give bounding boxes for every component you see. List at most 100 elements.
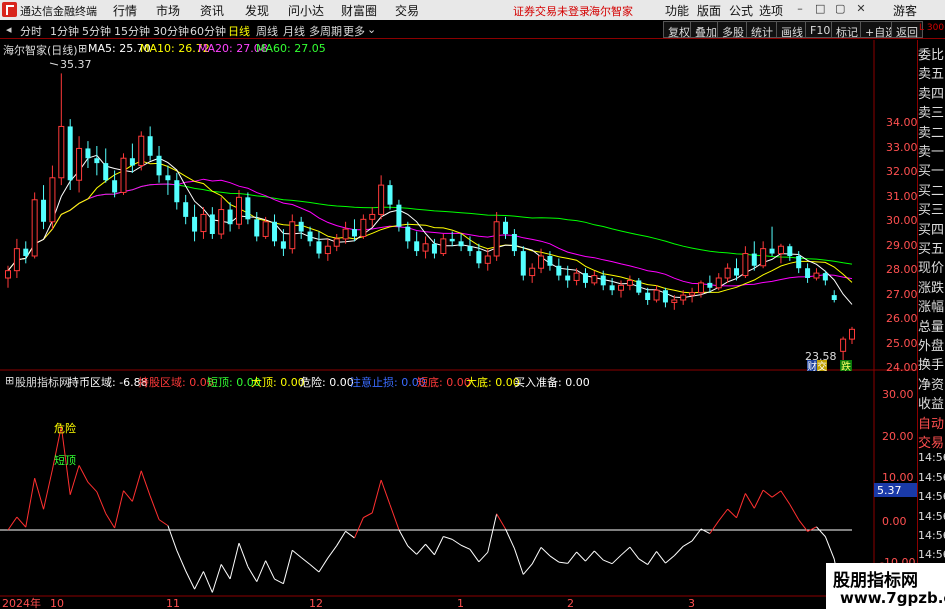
watermark-url: www.7gpzb.com — [840, 589, 945, 607]
candle-body — [476, 251, 482, 264]
high-price-pointer — [49, 62, 59, 66]
period-daily[interactable]: 日线 — [228, 23, 250, 39]
side-panel-item[interactable]: 卖一 — [918, 141, 945, 160]
candle-body — [769, 248, 775, 254]
ind-current-value: 5.37 — [877, 484, 902, 497]
indicator-segment — [603, 559, 613, 565]
drop-tag[interactable]: 跌 — [841, 360, 851, 373]
side-panel-item[interactable]: 买三 — [918, 199, 945, 218]
candle-body — [183, 202, 189, 217]
indicator-segment — [300, 557, 311, 565]
indicator-segment — [380, 479, 391, 505]
finance-tag[interactable]: 财 — [807, 360, 817, 373]
period-intraday[interactable]: 分时 — [20, 23, 42, 39]
candle-body — [645, 292, 651, 300]
restore-icon[interactable]: □ — [815, 3, 825, 15]
indicator-segment — [531, 547, 542, 565]
candle-body — [360, 218, 367, 237]
side-panel-item[interactable]: 涨幅 — [918, 296, 945, 315]
candle-body — [342, 228, 349, 240]
side-panel-item[interactable]: 卖五 — [918, 63, 945, 82]
candle-body — [254, 219, 260, 237]
side-panel-item[interactable]: 14:56 — [918, 471, 945, 484]
menu-marketplace[interactable]: 市场 — [156, 2, 180, 19]
candle-body — [671, 299, 678, 303]
minimize-icon[interactable]: – — [795, 3, 805, 15]
menu-options[interactable]: 选项 — [759, 2, 783, 19]
side-panel-item[interactable]: 14:56 — [918, 451, 945, 464]
period-monthly[interactable]: 月线 — [283, 23, 305, 39]
side-panel-item[interactable]: 收益 — [918, 393, 945, 412]
trade-tag[interactable]: 交 — [817, 360, 827, 373]
period-5min[interactable]: 5分钟 — [82, 23, 111, 39]
statistics-button[interactable]: 统计 — [746, 21, 778, 39]
period-multi[interactable]: 多周期 — [309, 23, 342, 39]
candle-body — [689, 292, 696, 296]
trade-login-warning[interactable]: 证券交易未登录 — [513, 3, 590, 19]
menu-function[interactable]: 功能 — [665, 2, 689, 19]
side-panel-item[interactable]: 自动 — [918, 413, 945, 432]
candle-body — [697, 282, 704, 294]
period-30min[interactable]: 30分钟 — [153, 23, 189, 39]
side-panel-item[interactable]: 14:56 — [918, 548, 945, 561]
side-panel-item[interactable]: 14:56 — [918, 510, 945, 523]
menu-layout[interactable]: 版面 — [697, 2, 721, 19]
side-panel-item[interactable]: 换手 — [918, 354, 945, 373]
candle-body — [626, 279, 633, 286]
menu-discover[interactable]: 发现 — [245, 2, 269, 19]
ind-tick: 0.00 — [882, 515, 907, 528]
side-panel-item[interactable]: 卖四 — [918, 83, 945, 102]
candle-body — [23, 248, 29, 256]
maximize-icon[interactable]: ▢ — [835, 3, 845, 15]
user-guest[interactable]: 游客 — [893, 2, 917, 19]
indicator-segment — [149, 495, 160, 520]
price-tick: 32.00 — [886, 165, 917, 178]
back-arrow-icon[interactable]: ◂ — [6, 23, 12, 36]
side-panel-item[interactable]: 卖二 — [918, 122, 945, 141]
menu-wenxiaoda[interactable]: 问小达 — [288, 2, 324, 19]
indicator-segment — [7, 516, 18, 531]
side-panel-item[interactable]: 净资 — [918, 374, 945, 393]
period-weekly[interactable]: 周线 — [256, 23, 278, 39]
chevron-down-icon[interactable]: ⌄ — [367, 23, 376, 36]
side-panel-item[interactable]: 14:56 — [918, 529, 945, 542]
side-panel-item[interactable]: 14:56 — [918, 490, 945, 503]
period-more[interactable]: 更多 — [343, 23, 365, 39]
side-panel-item[interactable]: 总量 — [918, 316, 945, 335]
menu-trade[interactable]: 交易 — [395, 2, 419, 19]
side-panel-item[interactable]: 买二 — [918, 180, 945, 199]
multi-stock-button[interactable]: 多股 — [717, 21, 749, 39]
candle-body — [298, 221, 304, 232]
candle-body — [849, 328, 855, 340]
draw-line-button[interactable]: 画线 — [776, 21, 808, 39]
close-icon[interactable]: ✕ — [856, 3, 866, 15]
side-panel-item[interactable]: 交易 — [918, 432, 945, 451]
candle-body — [13, 248, 20, 272]
side-panel-item[interactable]: 卖三 — [918, 102, 945, 121]
candle-body — [76, 147, 83, 181]
menu-fortune-circle[interactable]: 财富圈 — [341, 2, 377, 19]
menu-news[interactable]: 资讯 — [200, 2, 224, 19]
indicator-segment — [549, 555, 560, 563]
side-panel-item[interactable]: 涨跌 — [918, 277, 945, 296]
side-panel-item[interactable]: 现价 — [918, 257, 945, 276]
side-panel-item[interactable]: 委比 — [918, 44, 945, 63]
period-15min[interactable]: 15分钟 — [114, 23, 150, 39]
ma60-line — [7, 183, 853, 272]
candle-body — [5, 270, 11, 279]
period-1min[interactable]: 1分钟 — [50, 23, 79, 39]
indicator-segment — [131, 470, 142, 502]
period-60min[interactable]: 60分钟 — [190, 23, 226, 39]
kline-chart[interactable]: 34.00 33.00 32.00 31.00 30.00 29.00 28.0… — [0, 40, 917, 609]
candle-body — [796, 256, 802, 269]
side-panel-item[interactable]: 买四 — [918, 219, 945, 238]
price-tick: 24.00 — [886, 361, 917, 374]
menu-formula[interactable]: 公式 — [729, 2, 753, 19]
menu-market[interactable]: 行情 — [113, 2, 137, 19]
side-panel-item[interactable]: 买一 — [918, 160, 945, 179]
side-panel-item[interactable]: 外盘 — [918, 335, 945, 354]
mark-button[interactable]: 标记 — [831, 21, 863, 39]
indicator-segment — [229, 542, 240, 580]
candle-body — [147, 136, 153, 156]
side-panel-item[interactable]: 买五 — [918, 238, 945, 257]
